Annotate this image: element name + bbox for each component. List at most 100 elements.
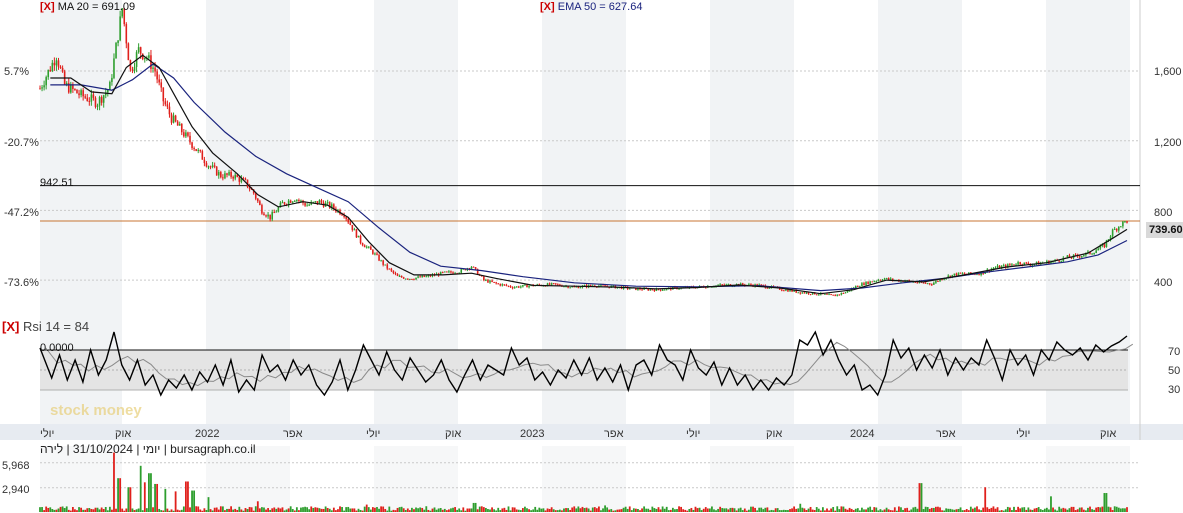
volume-bar: [828, 510, 830, 512]
volume-bar: [117, 478, 119, 512]
volume-bar: [129, 487, 132, 512]
volume-bar: [63, 508, 66, 512]
candle-body: [1103, 244, 1106, 248]
candle-body: [446, 271, 448, 273]
volume-bar: [503, 507, 506, 512]
volume-bar: [569, 509, 572, 512]
candle-body: [780, 289, 783, 291]
candle-body: [1025, 262, 1028, 264]
volume-bar: [115, 508, 117, 512]
y-left-tick: 5.7%: [4, 66, 30, 78]
volume-bar: [462, 507, 465, 512]
volume-bar: [641, 508, 643, 512]
volume-bar: [445, 510, 448, 512]
candle-body: [351, 224, 354, 230]
volume-bar: [330, 510, 333, 512]
candle-body: [1091, 253, 1093, 255]
candle-body: [548, 283, 551, 285]
candle-body: [857, 285, 859, 287]
candle-body: [296, 199, 298, 201]
candle-body: [70, 84, 72, 93]
grid-band: [542, 446, 626, 513]
volume-bar: [565, 508, 567, 512]
volume-bar: [721, 508, 724, 512]
candle-body: [80, 90, 82, 96]
volume-bar: [706, 508, 709, 512]
volume-bar: [780, 510, 783, 512]
volume-bar: [443, 508, 446, 512]
candle-body: [143, 57, 146, 60]
ma-remove-marker[interactable]: [X]: [40, 1, 55, 13]
volume-bar: [347, 506, 350, 512]
volume-bar: [949, 508, 952, 512]
volume-bar: [904, 508, 906, 512]
volume-bar: [579, 508, 582, 512]
candle-body: [314, 201, 317, 203]
volume-bar: [359, 509, 362, 512]
candle-body: [291, 201, 294, 203]
candle-body: [413, 279, 415, 281]
candle-body: [51, 62, 54, 72]
volume-bar: [782, 509, 785, 512]
candle-body: [955, 273, 958, 276]
volume-bar: [394, 510, 397, 512]
volume-bar: [524, 506, 526, 512]
ma-legend[interactable]: [X] MA 20 = 691.09: [40, 1, 135, 13]
candle-body: [88, 100, 91, 102]
volume-bar: [390, 510, 393, 512]
candle-body: [158, 79, 160, 83]
volume-bar: [482, 507, 485, 512]
volume-bar: [495, 510, 498, 512]
ema-legend[interactable]: [X] EMA 50 = 627.64: [540, 1, 642, 13]
x-tick: אוק: [1100, 428, 1117, 440]
candle-body: [53, 62, 56, 66]
volume-bar: [318, 508, 321, 512]
volume-bar: [665, 506, 668, 512]
volume-bar: [754, 507, 756, 512]
candle-body: [452, 272, 454, 274]
volume-bar: [168, 510, 171, 512]
volume-bar: [178, 510, 181, 512]
candle-body: [493, 281, 495, 283]
candle-body: [320, 200, 323, 203]
rsi-legend[interactable]: [X] Rsi 14 = 84: [2, 319, 89, 334]
volume-bar: [1113, 506, 1116, 512]
candle-body: [628, 288, 631, 290]
rsi-remove-marker[interactable]: [X]: [2, 319, 19, 334]
volume-bar: [1035, 507, 1038, 512]
volume-bar: [1105, 493, 1108, 512]
volume-bar: [355, 510, 358, 512]
volume-bar: [1103, 493, 1106, 512]
volume-bar: [865, 509, 867, 512]
candle-body: [374, 253, 376, 255]
volume-bar: [49, 507, 52, 512]
candle-body: [741, 283, 744, 285]
candle-body: [651, 289, 654, 291]
volume-bar: [90, 508, 93, 512]
volume-bar: [113, 452, 115, 512]
y-right-tick: 1,600: [1154, 66, 1182, 78]
volume-bar: [943, 510, 946, 512]
ema-remove-marker[interactable]: [X]: [540, 1, 555, 13]
candle-body: [94, 97, 97, 107]
candle-body: [491, 280, 493, 282]
volume-bar: [659, 509, 662, 512]
volume-bar: [326, 507, 329, 512]
volume-bar: [821, 507, 824, 512]
volume-bar: [517, 509, 520, 512]
candle-body: [783, 290, 785, 292]
volume-bar: [84, 509, 87, 512]
volume-bar: [320, 508, 323, 512]
rsi-tick: 50: [1168, 365, 1181, 377]
volume-bar: [1126, 507, 1128, 512]
volume-bar: [951, 509, 954, 512]
volume-bar: [647, 508, 650, 512]
candle-body: [207, 166, 210, 168]
volume-bar: [630, 510, 633, 512]
candle-body: [273, 212, 276, 214]
volume-bar: [413, 509, 415, 512]
volume-bar: [195, 506, 198, 512]
volume-bar: [244, 508, 247, 512]
candle-body: [797, 292, 800, 294]
volume-bar: [661, 506, 664, 512]
